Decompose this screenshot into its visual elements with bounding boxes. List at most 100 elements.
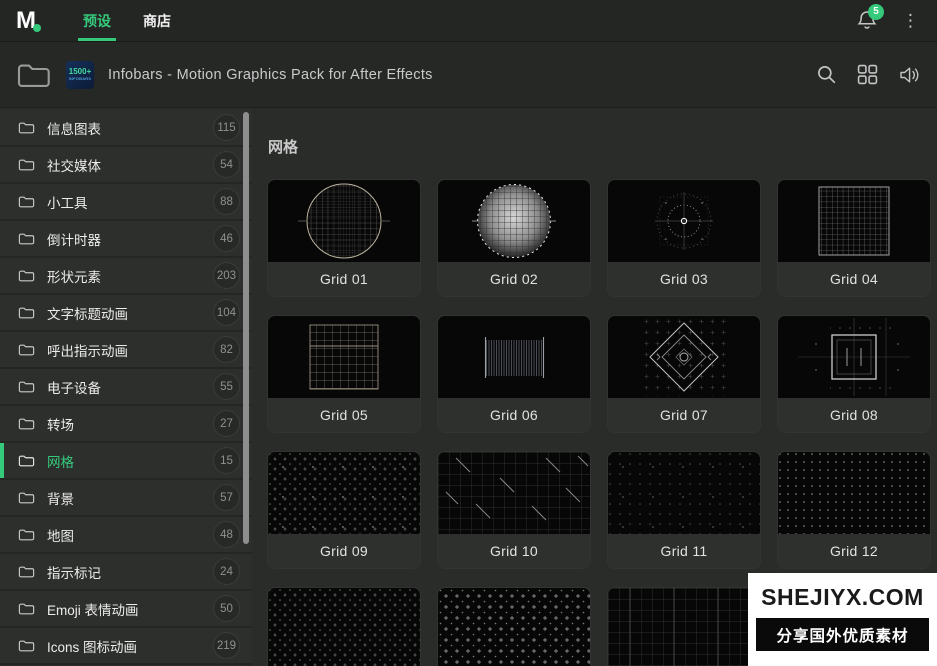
preset-thumbnail: [778, 452, 930, 534]
item-count-badge: 46: [213, 225, 240, 252]
sidebar-item-label: 倒计时器: [47, 229, 101, 249]
sidebar-item-markers[interactable]: 指示标记 24: [0, 554, 252, 591]
pack-header: 1500+ INFOBARS Infobars - Motion Graphic…: [0, 42, 937, 108]
preset-label: Grid 12: [778, 534, 930, 568]
preset-label: Grid 11: [608, 534, 760, 568]
preset-card-grid-04[interactable]: Grid 04: [778, 180, 930, 296]
sidebar-item-grids[interactable]: 网格 15: [0, 443, 252, 480]
preset-thumbnail: [778, 180, 930, 262]
preset-card-grid-06[interactable]: Grid 06: [438, 316, 590, 432]
sidebar-item-backgrounds[interactable]: 背景 57: [0, 480, 252, 517]
sidebar-item-countdown[interactable]: 倒计时器 46: [0, 221, 252, 258]
notification-count-badge: 5: [868, 4, 884, 20]
preset-card-grid-05[interactable]: Grid 05: [268, 316, 420, 432]
notifications-button[interactable]: 5: [856, 9, 880, 33]
preset-thumbnail: [438, 452, 590, 534]
watermark-overlay: SHEJIYX.COM 分享国外优质素材: [748, 573, 937, 666]
item-count-badge: 50: [213, 595, 240, 622]
kebab-icon: ⋮: [902, 11, 919, 30]
tab-presets[interactable]: 预设: [80, 0, 114, 41]
logo-letter: M: [16, 1, 35, 41]
preset-card-grid-07[interactable]: Grid 07: [608, 316, 760, 432]
folder-icon: [16, 60, 52, 90]
preset-card-grid-08[interactable]: Grid 08: [778, 316, 930, 432]
preset-label: Grid 02: [438, 262, 590, 296]
logo-dot-icon: [33, 24, 41, 32]
pack-badge-sub: INFOBARS: [69, 76, 92, 82]
pack-thumbnail[interactable]: 1500+ INFOBARS: [66, 61, 94, 89]
sidebar-item-emoji[interactable]: Emoji 表情动画 50: [0, 591, 252, 628]
preset-card-grid-01[interactable]: Grid 01: [268, 180, 420, 296]
preset-label: Grid 03: [608, 262, 760, 296]
sidebar-item-transitions[interactable]: 转场 27: [0, 406, 252, 443]
preset-label: Grid 10: [438, 534, 590, 568]
preset-thumbnail: [608, 452, 760, 534]
item-count-badge: 88: [213, 188, 240, 215]
preset-label: Grid 09: [268, 534, 420, 568]
item-count-badge: 219: [213, 632, 240, 659]
preset-thumbnail: [438, 588, 590, 666]
app-logo[interactable]: M: [16, 0, 50, 41]
folder-icon: [18, 491, 35, 505]
preset-card-grid-15[interactable]: Grid 15: [608, 588, 760, 666]
sidebar-item-shapes[interactable]: 形状元素 203: [0, 258, 252, 295]
folder-icon: [18, 121, 35, 135]
sidebar-item-tools[interactable]: 小工具 88: [0, 184, 252, 221]
sidebar-item-label: 地图: [47, 525, 74, 545]
sidebar-item-label: Icons 图标动画: [47, 636, 137, 656]
item-count-badge: 15: [213, 447, 240, 474]
folder-icon: [18, 565, 35, 579]
topbar-actions: 5 ⋮: [856, 0, 923, 41]
folder-icon: [18, 269, 35, 283]
item-count-badge: 203: [213, 262, 240, 289]
folder-icon: [18, 306, 35, 320]
sidebar-scrollbar[interactable]: [243, 112, 249, 544]
item-count-badge: 48: [213, 521, 240, 548]
preset-thumbnail: [438, 316, 590, 398]
item-count-badge: 57: [213, 484, 240, 511]
pack-header-actions: [816, 64, 921, 85]
watermark-slogan: 分享国外优质素材: [776, 624, 908, 646]
preset-card-grid-03[interactable]: Grid 03: [608, 180, 760, 296]
search-button[interactable]: [816, 64, 837, 85]
preset-card-grid-10[interactable]: Grid 10: [438, 452, 590, 568]
item-count-badge: 27: [213, 410, 240, 437]
sidebar-item-label: 转场: [47, 414, 74, 434]
preset-card-grid-12[interactable]: Grid 12: [778, 452, 930, 568]
overflow-menu-button[interactable]: ⋮: [898, 10, 923, 31]
preset-card-grid-09[interactable]: Grid 09: [268, 452, 420, 568]
sidebar-item-label: 呼出指示动画: [47, 340, 128, 360]
sidebar-item-label: 网格: [47, 451, 74, 471]
preset-thumbnail: [608, 588, 760, 666]
sidebar-item-text-titles[interactable]: 文字标题动画 104: [0, 295, 252, 332]
sidebar-item-callouts[interactable]: 呼出指示动画 82: [0, 332, 252, 369]
preset-label: Grid 08: [778, 398, 930, 432]
sidebar-item-maps[interactable]: 地图 48: [0, 517, 252, 554]
sidebar-item-devices[interactable]: 电子设备 55: [0, 369, 252, 406]
preset-thumbnail: [778, 316, 930, 398]
sidebar-item-social-media[interactable]: 社交媒体 54: [0, 147, 252, 184]
sidebar-item-label: 文字标题动画: [47, 303, 128, 323]
folder-icon: [18, 195, 35, 209]
preset-thumbnail: [268, 180, 420, 262]
preset-card-grid-11[interactable]: Grid 11: [608, 452, 760, 568]
section-title: 网格: [268, 136, 937, 157]
preset-thumbnail: [608, 180, 760, 262]
grid-view-button[interactable]: [857, 64, 878, 85]
folder-icon: [18, 380, 35, 394]
speaker-icon: [898, 65, 921, 85]
preset-card-grid-14[interactable]: Grid 14: [438, 588, 590, 666]
preset-thumbnail: [438, 180, 590, 262]
sidebar-item-icons[interactable]: Icons 图标动画 219: [0, 628, 252, 665]
sound-button[interactable]: [898, 65, 921, 85]
preset-card-grid-13[interactable]: Grid 13: [268, 588, 420, 666]
sidebar-item-infographics[interactable]: 信息图表 115: [0, 110, 252, 147]
pack-folder-button[interactable]: [16, 60, 52, 90]
preset-card-grid-02[interactable]: Grid 02: [438, 180, 590, 296]
folder-icon: [18, 528, 35, 542]
preset-thumbnail: [268, 316, 420, 398]
tab-store[interactable]: 商店: [140, 0, 174, 41]
watermark-site: SHEJIYX.COM: [761, 586, 924, 609]
pack-title: Infobars - Motion Graphics Pack for Afte…: [108, 67, 433, 83]
folder-icon: [18, 639, 35, 653]
